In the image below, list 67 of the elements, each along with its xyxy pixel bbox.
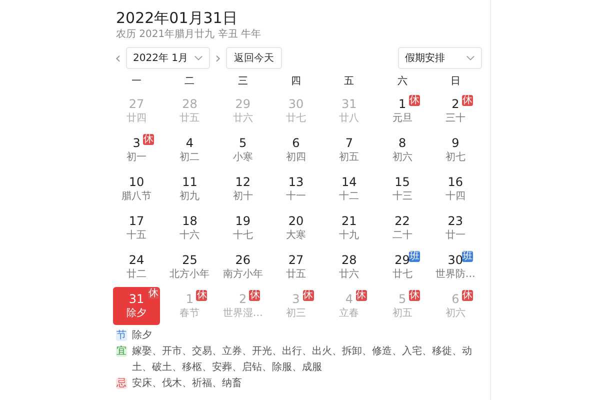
calendar-day[interactable]: 23 廿一 [432, 209, 479, 247]
calendar-day[interactable]: 27 廿五 [272, 248, 320, 286]
weekday-header: 六 [396, 74, 408, 89]
calendar-day[interactable]: 5 小寒 [219, 131, 266, 169]
holiday-select[interactable]: 假期安排 [398, 47, 482, 69]
calendar-day[interactable]: 1 休 元旦 [378, 92, 426, 130]
calendar-day[interactable]: 17 十五 [113, 209, 160, 247]
calendar-day[interactable]: 3 休 初一 [113, 131, 160, 169]
weekday-header: 四 [290, 75, 302, 89]
detail-tag: 节 [116, 330, 127, 341]
day-status-badge: 休 [302, 290, 314, 301]
calendar-day[interactable]: 2 休 世界湿… [219, 287, 266, 325]
day-status-badge: 休 [462, 290, 473, 301]
day-status-badge: 班 [408, 251, 420, 262]
calendar-day[interactable]: 24 廿二 [113, 248, 160, 286]
month-select[interactable]: 2022年 1月 [126, 47, 210, 69]
calendar-day[interactable]: 4 初二 [166, 131, 214, 169]
lunar-date-text: 农历 2021年腊月廿九 辛丑 牛年 [115, 28, 262, 41]
detail-text: 安床、伐木、祈福、纳畜 [132, 376, 243, 391]
day-status-badge: 休 [143, 134, 154, 145]
day-status-badge: 休 [408, 95, 420, 106]
day-status-badge: 休 [249, 290, 260, 301]
day-status-badge: 休 [356, 290, 367, 301]
calendar-day[interactable]: 16 十四 [432, 170, 479, 208]
back-to-today-button[interactable]: 返回今天 [226, 47, 282, 69]
day-status-badge: 休 [196, 290, 208, 301]
calendar-day[interactable]: 6 休 初六 [432, 287, 479, 325]
calendar-day[interactable]: 5 休 初五 [378, 287, 426, 325]
calendar-day[interactable]: 31 休 除夕 [113, 287, 160, 325]
calendar-day[interactable]: 10 腊八节 [113, 170, 160, 208]
calendar-day[interactable]: 7 初五 [326, 131, 373, 169]
calendar-day[interactable]: 20 大寒 [272, 209, 320, 247]
calendar-day[interactable]: 25 北方小年 [166, 248, 214, 286]
calendar-day[interactable]: 14 十二 [326, 170, 373, 208]
calendar-day[interactable]: 4 休 立春 [326, 287, 373, 325]
detail-tag: 忌 [116, 378, 127, 389]
chevron-down-icon [466, 55, 475, 61]
calendar-day[interactable]: 18 十六 [166, 209, 214, 247]
detail-text: 除夕 [132, 329, 153, 343]
calendar-day[interactable]: 12 初十 [219, 170, 266, 208]
calendar-day[interactable]: 22 二十 [378, 209, 426, 247]
day-status-badge: 休 [462, 95, 473, 106]
weekday-header: 三 [236, 75, 249, 89]
calendar-day[interactable]: 2 休 三十 [432, 92, 479, 130]
calendar-day[interactable]: 6 初四 [272, 131, 320, 169]
calendar-day[interactable]: 26 南方小年 [219, 248, 266, 286]
detail-tag: 宜 [116, 346, 127, 357]
calendar-day[interactable]: 19 十七 [219, 209, 266, 247]
calendar-day[interactable]: 28 廿六 [326, 248, 373, 286]
calendar-day[interactable]: 21 十九 [326, 209, 373, 247]
calendar-day[interactable]: 3 休 初三 [272, 287, 320, 325]
calendar-day[interactable]: 11 初九 [166, 170, 214, 208]
calendar-day[interactable]: 8 初六 [378, 131, 426, 169]
selected-date-title: 2022年01月31日 [115, 8, 238, 28]
weekday-header: 五 [343, 75, 356, 89]
day-status-badge: 休 [408, 290, 420, 301]
weekday-header: 一 [130, 75, 143, 89]
calendar-day[interactable]: 13 十一 [272, 170, 320, 208]
calendar-day[interactable]: 1 休 春节 [166, 287, 214, 325]
chevron-down-icon [194, 55, 203, 61]
day-status-badge: 班 [462, 251, 473, 262]
weekday-header: 日 [449, 75, 462, 89]
detail-text: 嫁娶、开市、交易、立券、开光、出行、出火、拆卸、修造、入宅、移徙、动土、破土、移柩、安葬、启钻、除服、成服 [132, 344, 473, 375]
day-status-badge: 休 [148, 288, 160, 299]
calendar-day[interactable]: 9 初七 [432, 131, 479, 169]
weekday-header: 二 [184, 75, 196, 89]
calendar-day[interactable]: 15 十三 [378, 170, 426, 208]
